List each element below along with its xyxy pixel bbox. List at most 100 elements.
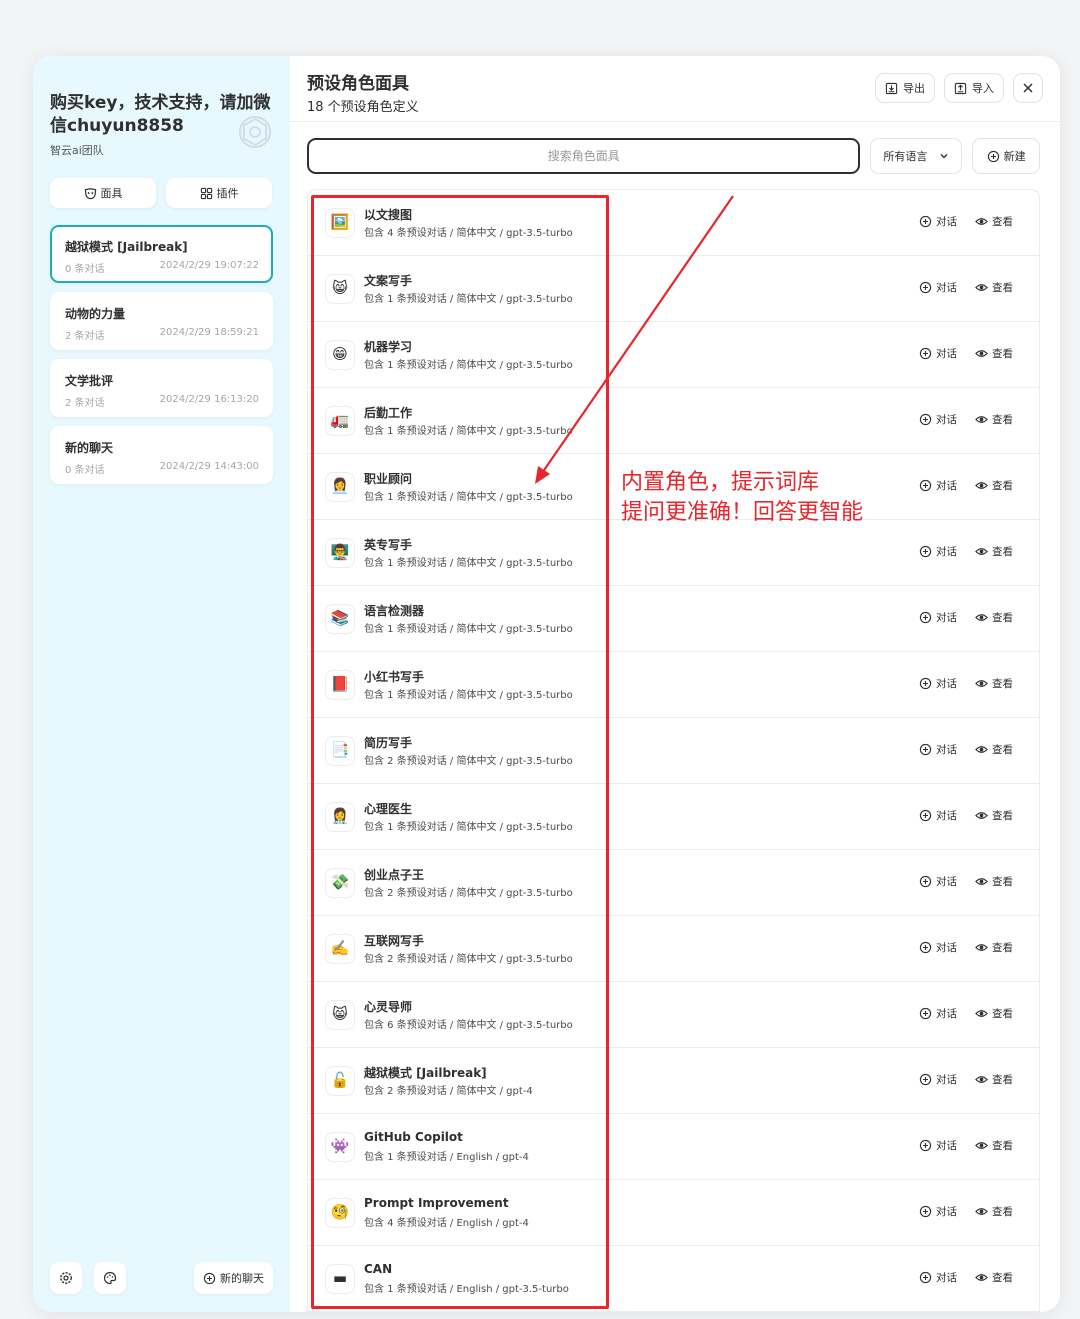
mask-chat-button[interactable]: 对话 — [919, 874, 957, 889]
chat-item-count: 0 条对话 — [65, 465, 105, 476]
mask-view-button[interactable]: 查看 — [975, 412, 1013, 427]
close-icon — [1023, 83, 1033, 93]
mask-avatar: 👩‍💼 — [325, 471, 355, 502]
mask-chat-button[interactable]: 对话 — [919, 478, 957, 493]
chat-item-title: 新的聊天 — [65, 441, 114, 455]
theme-button[interactable] — [94, 1262, 126, 1294]
add-circle-icon — [919, 413, 932, 426]
new-mask-button[interactable]: 新建 — [972, 138, 1041, 174]
tab-mask[interactable]: 面具 — [50, 178, 156, 208]
mask-view-button[interactable]: 查看 — [975, 676, 1013, 691]
mask-avatar: 📕 — [325, 669, 355, 700]
mask-chat-label: 对话 — [936, 1074, 957, 1086]
mask-page: 预设角色面具 18 个预设角色定义 导出 导入 搜索角色面具 所有语言 新建 🖼… — [290, 56, 1060, 1312]
mask-view-button[interactable]: 查看 — [975, 1270, 1013, 1285]
mask-list-item: 👨‍🏫 英专写手 包含 1 条预设对话 / 简体中文 / gpt-3.5-turbo… — [308, 520, 1039, 586]
mask-avatar: 💸 — [325, 867, 355, 898]
mask-info: 包含 1 条预设对话 / English / gpt-4 — [364, 1152, 529, 1163]
chat-list-item[interactable]: 文学批评 2 条对话 2024/2/29 16:13:20 — [50, 359, 273, 417]
mask-view-button[interactable]: 查看 — [975, 742, 1013, 757]
add-circle-icon — [919, 1271, 932, 1284]
language-select-value: 所有语言 — [883, 150, 928, 163]
mask-text: Prompt Improvement 包含 4 条预设对话 / English /… — [364, 1196, 529, 1229]
openai-logo-icon — [238, 115, 272, 149]
chat-list-item[interactable]: 越狱模式 [Jailbreak] 0 条对话 2024/2/29 19:07:22 — [50, 225, 273, 283]
mask-avatar: ✍️ — [325, 933, 355, 964]
chat-list-item[interactable]: 动物的力量 2 条对话 2024/2/29 18:59:21 — [50, 292, 273, 350]
mask-view-label: 查看 — [992, 414, 1013, 426]
sidebar-footer: 新的聊天 — [50, 1262, 273, 1294]
mask-chat-button[interactable]: 对话 — [919, 214, 957, 229]
mask-chat-button[interactable]: 对话 — [919, 346, 957, 361]
page-header: 预设角色面具 18 个预设角色定义 导出 导入 — [290, 56, 1060, 122]
mask-chat-button[interactable]: 对话 — [919, 1138, 957, 1153]
mask-chat-button[interactable]: 对话 — [919, 1006, 957, 1021]
close-button[interactable] — [1013, 73, 1043, 103]
mask-chat-label: 对话 — [936, 216, 957, 228]
mask-view-button[interactable]: 查看 — [975, 214, 1013, 229]
mask-view-button[interactable]: 查看 — [975, 280, 1013, 295]
mask-info: 包含 1 条预设对话 / 简体中文 / gpt-3.5-turbo — [364, 294, 573, 305]
mask-text: 心灵导师 包含 6 条预设对话 / 简体中文 / gpt-3.5-turbo — [364, 998, 573, 1031]
settings-button[interactable] — [50, 1262, 82, 1294]
mask-name: 后勤工作 — [364, 406, 413, 420]
mask-chat-button[interactable]: 对话 — [919, 544, 957, 559]
plugin-grid-icon — [200, 187, 212, 199]
add-circle-icon — [919, 941, 932, 954]
mask-chat-label: 对话 — [936, 678, 957, 690]
mask-view-label: 查看 — [992, 678, 1013, 690]
mask-text: 互联网写手 包含 2 条预设对话 / 简体中文 / gpt-3.5-turbo — [364, 932, 573, 965]
eye-icon — [975, 482, 988, 489]
mask-text: 后勤工作 包含 1 条预设对话 / 简体中文 / gpt-3.5-turbo — [364, 404, 573, 437]
mask-chat-button[interactable]: 对话 — [919, 280, 957, 295]
language-select[interactable]: 所有语言 — [870, 138, 963, 174]
import-button[interactable]: 导入 — [944, 73, 1004, 103]
mask-view-button[interactable]: 查看 — [975, 1204, 1013, 1219]
mask-row-actions: 对话 查看 — [919, 280, 1013, 295]
tab-plugin[interactable]: 插件 — [166, 178, 272, 208]
mask-view-button[interactable]: 查看 — [975, 1138, 1013, 1153]
settings-gear-icon — [60, 1272, 72, 1284]
mask-chat-button[interactable]: 对话 — [919, 940, 957, 955]
mask-text: CAN 包含 1 条预设对话 / English / gpt-3.5-turbo — [364, 1262, 569, 1295]
search-input[interactable] — [307, 138, 861, 174]
mask-view-button[interactable]: 查看 — [975, 874, 1013, 889]
mask-info: 包含 1 条预设对话 / 简体中文 / gpt-3.5-turbo — [364, 360, 573, 371]
mask-chat-label: 对话 — [936, 1272, 957, 1284]
add-circle-icon — [919, 545, 932, 558]
tab-plugin-label: 插件 — [216, 187, 239, 200]
mask-info: 包含 2 条预设对话 / 简体中文 / gpt-3.5-turbo — [364, 756, 573, 767]
mask-view-button[interactable]: 查看 — [975, 1006, 1013, 1021]
mask-name: 英专写手 — [364, 538, 413, 552]
mask-chat-button[interactable]: 对话 — [919, 610, 957, 625]
export-button[interactable]: 导出 — [875, 73, 935, 103]
mask-chat-button[interactable]: 对话 — [919, 808, 957, 823]
eye-icon — [975, 812, 988, 819]
mask-chat-button[interactable]: 对话 — [919, 742, 957, 757]
mask-view-button[interactable]: 查看 — [975, 478, 1013, 493]
mask-chat-label: 对话 — [936, 414, 957, 426]
mask-chat-button[interactable]: 对话 — [919, 1072, 957, 1087]
mask-chat-button[interactable]: 对话 — [919, 676, 957, 691]
mask-name: 小红书写手 — [364, 670, 425, 684]
mask-avatar: 🖼️ — [325, 207, 355, 238]
mask-chat-label: 对话 — [936, 282, 957, 294]
new-chat-button[interactable]: 新的聊天 — [194, 1262, 273, 1294]
mask-view-button[interactable]: 查看 — [975, 346, 1013, 361]
app-window: 购买key，技术支持，请加微信chuyun8858 智云ai团队 面具 插件 越… — [33, 56, 1060, 1312]
mask-view-button[interactable]: 查看 — [975, 940, 1013, 955]
mask-view-button[interactable]: 查看 — [975, 808, 1013, 823]
mask-view-button[interactable]: 查看 — [975, 610, 1013, 625]
chat-list-item[interactable]: 新的聊天 0 条对话 2024/2/29 14:43:00 — [50, 426, 273, 484]
mask-chat-button[interactable]: 对话 — [919, 1204, 957, 1219]
add-circle-icon — [919, 809, 932, 822]
mask-view-button[interactable]: 查看 — [975, 544, 1013, 559]
mask-chat-button[interactable]: 对话 — [919, 412, 957, 427]
mask-name: 创业点子王 — [364, 868, 425, 882]
mask-view-button[interactable]: 查看 — [975, 1072, 1013, 1087]
mask-list-item: 📕 小红书写手 包含 1 条预设对话 / 简体中文 / gpt-3.5-turbo 对… — [308, 652, 1039, 718]
mask-row-actions: 对话 查看 — [919, 1204, 1013, 1219]
eye-icon — [975, 944, 988, 951]
mask-chat-button[interactable]: 对话 — [919, 1270, 957, 1285]
chevron-down-icon — [940, 154, 948, 159]
